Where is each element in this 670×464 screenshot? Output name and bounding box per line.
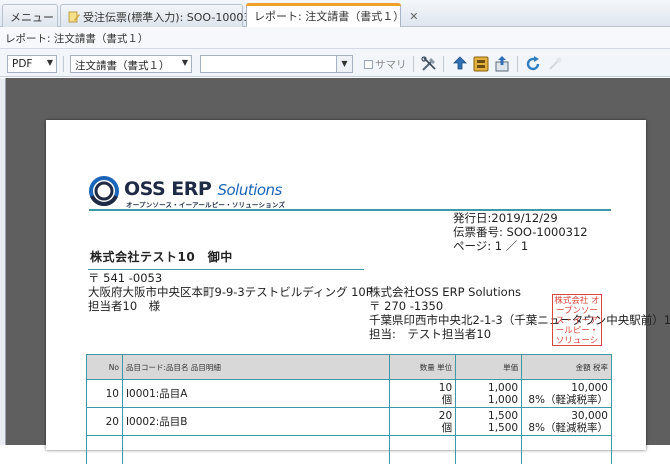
line-product: I0002:品目B xyxy=(121,407,391,436)
customer-contact: 担当者10 様 xyxy=(88,299,161,313)
line-no: 10 xyxy=(86,379,123,408)
line-amount: 10,000 8%（軽減税率） xyxy=(521,379,612,408)
chevron-down-icon[interactable]: ▼ xyxy=(336,56,352,72)
close-icon[interactable]: ✕ xyxy=(409,10,418,23)
report-toolbar: PDF ▼ 注文請書（書式１） ▼ ▼ サマリ xyxy=(0,49,670,77)
chevron-down-icon: ▼ xyxy=(181,58,188,67)
tab-order-entry[interactable]: 受注伝票(標準入力): SOO-1000312✕ xyxy=(60,4,279,27)
archive-icon[interactable] xyxy=(472,55,490,73)
tab-menu[interactable]: メニュー xyxy=(2,4,58,27)
line-price: 1,500 1,500 xyxy=(455,407,523,436)
report-page: OSS ERP Solutions オープンソース・イーアールピー・ソリューショ… xyxy=(46,120,670,464)
summary-label: サマリ xyxy=(375,59,407,71)
table-row: 20 I0002:品目B 20 個 1,500 1,500 30,000 8%（軽減税… xyxy=(86,407,612,436)
company-logo: OSS ERP Solutions xyxy=(124,178,282,200)
viewer-left-pane xyxy=(0,78,6,445)
customize-icon[interactable] xyxy=(420,55,438,73)
toolbar-divider xyxy=(413,56,414,72)
logo-subtitle: オープンソース・イーアールピー・ソリューションズ xyxy=(126,201,286,209)
breadcrumb: レポート: 注文請書（書式１） xyxy=(0,27,670,49)
page-number: ページ: 1 ／ 1 xyxy=(453,239,529,253)
col-product: 品目コード:品目名 品目明細 xyxy=(121,354,391,380)
toolbar-divider xyxy=(443,56,444,72)
format-select[interactable]: PDF ▼ xyxy=(7,55,57,73)
refresh-icon[interactable] xyxy=(524,55,542,73)
checkbox-box[interactable] xyxy=(364,60,373,69)
tab-label: メニュー xyxy=(10,11,54,24)
order-lines-table: No 品目コード:品目名 品目明細 数量 単位 単価 金額 税率 10 I000… xyxy=(86,354,612,464)
logo-solutions: Solutions xyxy=(217,181,282,199)
logo-ring-icon xyxy=(89,176,119,206)
col-qty: 数量 単位 xyxy=(389,354,457,380)
document-edit-icon xyxy=(68,11,80,23)
template-value: 注文請書（書式１） xyxy=(75,60,170,72)
col-no: No xyxy=(86,354,123,380)
tab-report[interactable]: レポート: 注文請書（書式１） ✕ xyxy=(246,3,418,28)
line-qty: 10 個 xyxy=(389,379,457,408)
tab-bar: メニュー 受注伝票(標準入力): SOO-1000312✕ レポート: 注文請書… xyxy=(0,0,670,28)
export-icon[interactable] xyxy=(493,55,511,73)
chevron-down-icon: ▼ xyxy=(46,58,53,67)
logo-text: OSS ERP xyxy=(124,178,212,200)
company-contact: 担当: テスト担当者10 xyxy=(369,327,492,341)
disabled-icon xyxy=(549,57,562,70)
line-amount: 30,000 8%（軽減税率） xyxy=(521,407,612,436)
table-row: 10 I0001:品目A 10 個 1,000 1,000 10,000 8%（軽減税… xyxy=(86,379,612,408)
line-price: 1,000 1,000 xyxy=(455,379,523,408)
toolbar-divider xyxy=(517,56,518,72)
col-amount: 金額 税率 xyxy=(521,354,612,380)
tab-label: レポート: 注文請書（書式１） xyxy=(254,10,405,23)
line-product: I0001:品目A xyxy=(121,379,391,408)
tab-label: 受注伝票(標準入力): SOO-1000312 xyxy=(83,11,265,24)
summary-checkbox[interactable]: サマリ xyxy=(364,57,407,72)
customer-name: 株式会社テスト10 御中 xyxy=(90,250,233,264)
format-value: PDF xyxy=(12,58,33,70)
search-combo[interactable]: ▼ xyxy=(200,55,353,73)
line-no: 20 xyxy=(86,407,123,436)
company-seal: 株式会社 オープンソース・イーアールピー・ソリューションズ xyxy=(552,294,602,346)
table-row-empty xyxy=(86,435,612,464)
col-price: 単価 xyxy=(455,354,523,380)
template-select[interactable]: 注文請書（書式１） ▼ xyxy=(70,55,192,73)
upload-icon[interactable] xyxy=(451,55,469,73)
line-qty: 20 個 xyxy=(389,407,457,436)
toolbar-divider xyxy=(63,56,64,72)
